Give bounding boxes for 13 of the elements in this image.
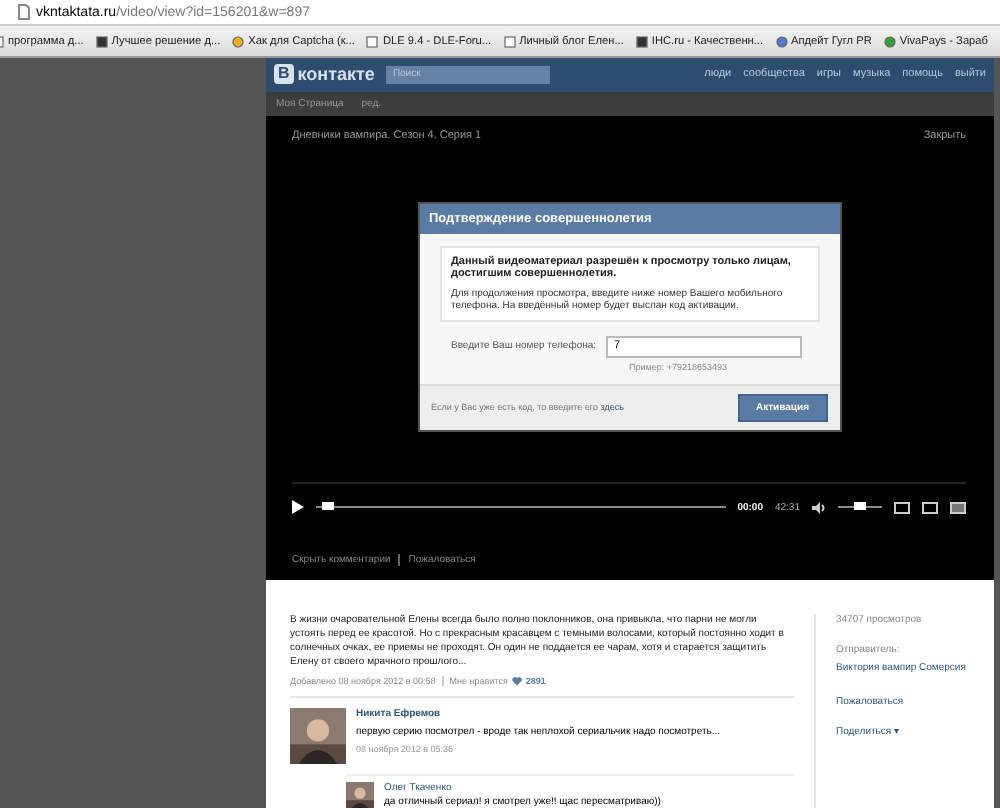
fullscreen-icon[interactable] <box>950 501 966 513</box>
page-icon <box>635 35 648 47</box>
volume-icon[interactable] <box>812 501 826 513</box>
heart-icon <box>511 676 522 686</box>
hd-icon[interactable] <box>894 501 910 513</box>
page-icon <box>366 35 379 47</box>
site-logo: В контакте <box>274 64 375 85</box>
play-icon[interactable] <box>292 500 304 514</box>
page-icon <box>95 35 108 47</box>
volume-thumb[interactable] <box>854 502 866 510</box>
page-icon <box>503 35 516 47</box>
progress-thumb[interactable] <box>322 502 335 510</box>
wide-icon[interactable] <box>922 501 938 513</box>
